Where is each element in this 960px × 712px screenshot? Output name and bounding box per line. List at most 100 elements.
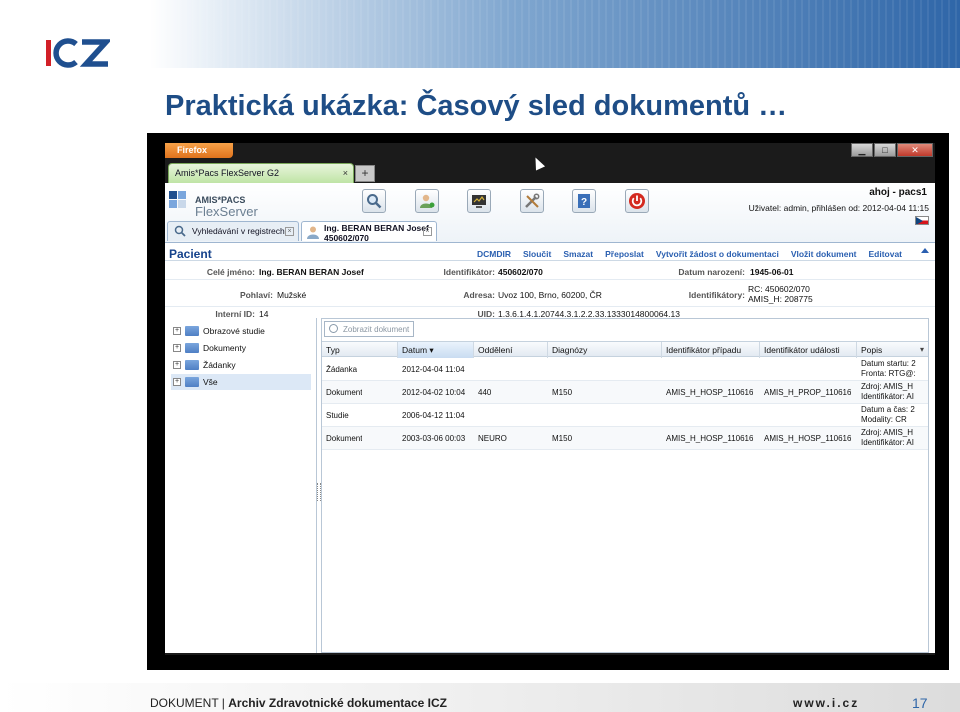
tree-item-documents[interactable]: + Dokumenty — [171, 340, 311, 356]
patient-row-2: Pohlaví: Mužské Adresa: Uvoz 100, Brno, … — [165, 281, 935, 307]
patient-actions: DCMDIR Sloučit Smazat Přeposlat Vytvořit… — [477, 249, 914, 259]
full-name-label: Celé jméno: — [206, 267, 255, 277]
cell-event-id: AMIS_H_HOSP_110616 — [764, 434, 852, 443]
toolbar-user-button[interactable] — [415, 189, 439, 213]
grid-header: Typ Datum ▾ Oddělení Diagnózy Identifiká… — [322, 341, 928, 358]
server-user-name: ahoj - pacs1 — [869, 187, 927, 198]
maximize-button[interactable]: □ — [874, 143, 896, 157]
action-dcmdir[interactable]: DCMDIR — [477, 249, 511, 259]
icz-logo — [46, 38, 110, 68]
table-row[interactable]: Žádanka 2012-04-04 11:04 Datum startu: 2… — [322, 358, 928, 381]
browser-window: Firefox ▁ □ ✕ Amis*Pacs FlexServer G2 × … — [165, 143, 935, 655]
tab-patient[interactable]: Ing. BERAN BERAN Josef 450602/070 × — [301, 221, 437, 243]
identifiers-label: Identifikátory: — [688, 290, 745, 300]
tab-patient-name: Ing. BERAN BERAN Josef — [324, 223, 429, 233]
cell-description-line1: Zdroj: AMIS_H — [861, 428, 914, 437]
toolbar-search-button[interactable] — [362, 189, 386, 213]
patient-panel-header: Pacient DCMDIR Sloučit Smazat Přeposlat … — [165, 245, 935, 261]
cell-description-line2: Identifikátor: AI — [861, 392, 914, 401]
close-tab-icon[interactable]: × — [285, 227, 294, 236]
column-event-id[interactable]: Identifikátor události — [760, 342, 857, 358]
expand-icon[interactable]: + — [173, 361, 181, 369]
cell-description-line1: Datum startu: 2 — [861, 359, 916, 368]
tools-icon — [525, 193, 540, 208]
tab-registry-search-label: Vyhledávání v registrech — [192, 226, 285, 236]
close-tab-icon[interactable]: × — [343, 168, 348, 178]
user-add-icon — [420, 194, 435, 208]
expand-icon[interactable]: + — [173, 378, 181, 386]
column-case-id[interactable]: Identifikátor případu — [662, 342, 760, 358]
expand-icon[interactable]: + — [173, 344, 181, 352]
action-forward[interactable]: Přeposlat — [605, 249, 644, 259]
toolbar-logout-button[interactable] — [625, 189, 649, 213]
expand-icon[interactable]: + — [173, 327, 181, 335]
birth-value: 1945-06-01 — [750, 267, 794, 277]
app-screenshot: Firefox ▁ □ ✕ Amis*Pacs FlexServer G2 × … — [147, 133, 949, 670]
slide: Praktická ukázka: Časový sled dokumentů … — [0, 0, 960, 712]
column-description[interactable]: Popis ▾ — [857, 342, 928, 358]
firefox-menu-button[interactable]: Firefox — [165, 143, 233, 158]
header-band — [150, 0, 960, 68]
folder-icon — [185, 326, 199, 336]
action-delete[interactable]: Smazat — [563, 249, 593, 259]
tab-registry-search[interactable]: Vyhledávání v registrech × — [167, 221, 299, 241]
column-diagnoses[interactable]: Diagnózy — [548, 342, 662, 358]
window-controls: ▁ □ ✕ — [851, 143, 933, 157]
footer-doc-title: Archiv Zdravotnické dokumentace ICZ — [228, 696, 447, 710]
cell-description-line2: Fronta: RTG@: — [861, 369, 916, 378]
search-icon — [329, 324, 338, 333]
document-grid: Zobrazit dokument Typ Datum ▾ Oddělení D… — [321, 318, 929, 653]
sort-desc-icon: ▾ — [429, 345, 434, 355]
user-icon — [307, 226, 319, 239]
browser-tab[interactable]: Amis*Pacs FlexServer G2 × — [168, 163, 354, 183]
toolbar-help-button[interactable]: ? — [572, 189, 596, 213]
browser-tabbar: Amis*Pacs FlexServer G2 × + — [165, 163, 935, 183]
table-row[interactable]: Dokument 2012-04-02 10:04 440 M150 AMIS_… — [322, 381, 928, 404]
cell-type: Studie — [326, 411, 349, 420]
address-value: Uvoz 100, Brno, 60200, ČR — [498, 290, 602, 300]
cell-description-line1: Datum a čas: 2 — [861, 405, 915, 414]
action-request-documentation[interactable]: Vytvořit žádost o dokumentaci — [656, 249, 779, 259]
document-tree: + Obrazové studie + Dokumenty + Žádanky — [167, 318, 317, 653]
cell-case-id: AMIS_H_HOSP_110616 — [666, 388, 754, 397]
cell-description-line1: Zdroj: AMIS_H — [861, 382, 914, 391]
table-row[interactable]: Dokument 2003-03-06 00:03 NEURO M150 AMI… — [322, 427, 928, 450]
tree-item-all[interactable]: + Vše — [171, 374, 311, 390]
app-name-line2: FlexServer — [195, 204, 258, 219]
birth-label: Datum narození: — [678, 267, 745, 277]
sex-value: Mužské — [277, 290, 307, 300]
show-document-button[interactable]: Zobrazit dokument — [324, 321, 414, 337]
full-name-value: Ing. BERAN BERAN Josef — [259, 267, 364, 277]
column-menu-icon[interactable]: ▾ — [920, 345, 924, 354]
patient-row-1: Celé jméno: Ing. BERAN BERAN Josef Ident… — [165, 263, 935, 280]
column-type[interactable]: Typ — [322, 342, 398, 358]
tree-item-label: Dokumenty — [203, 343, 246, 353]
close-tab-icon[interactable]: × — [423, 227, 432, 236]
monitor-icon — [472, 195, 486, 208]
collapse-icon[interactable] — [921, 248, 929, 253]
cell-description: Datum a čas: 2 Modality: CR — [861, 405, 927, 425]
show-document-label: Zobrazit dokument — [343, 325, 410, 334]
cell-description: Datum startu: 2 Fronta: RTG@: — [861, 359, 927, 379]
search-icon — [367, 194, 382, 209]
action-insert-document[interactable]: Vložit dokument — [791, 249, 857, 259]
cell-diagnoses: M150 — [552, 434, 573, 443]
cell-date: 2003-03-06 00:03 — [402, 434, 466, 443]
cell-date: 2006-04-12 11:04 — [402, 411, 465, 420]
toolbar-monitor-button[interactable] — [467, 189, 491, 213]
czech-flag-icon[interactable] — [915, 216, 929, 225]
action-merge[interactable]: Sloučit — [523, 249, 551, 259]
column-date[interactable]: Datum ▾ — [398, 342, 474, 358]
close-window-button[interactable]: ✕ — [897, 143, 933, 157]
column-date-label: Datum — [402, 345, 428, 355]
tree-item-requests[interactable]: + Žádanky — [171, 357, 311, 373]
column-department[interactable]: Oddělení — [474, 342, 548, 358]
page-number: 17 — [912, 695, 928, 711]
tree-item-image-studies[interactable]: + Obrazové studie — [171, 323, 311, 339]
toolbar-tools-button[interactable] — [520, 189, 544, 213]
action-edit[interactable]: Editovat — [868, 249, 902, 259]
table-row[interactable]: Studie 2006-04-12 11:04 Datum a čas: 2 Mo… — [322, 404, 928, 427]
tree-item-label: Vše — [203, 377, 218, 387]
new-tab-button[interactable]: + — [355, 165, 375, 182]
minimize-button[interactable]: ▁ — [851, 143, 873, 157]
